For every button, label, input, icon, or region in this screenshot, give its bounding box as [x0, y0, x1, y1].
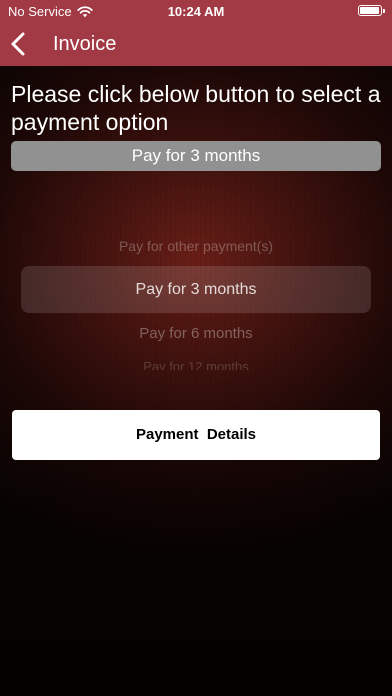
- picker-option[interactable]: Pay for 12 months: [0, 359, 392, 370]
- status-time: 10:24 AM: [167, 4, 225, 19]
- battery-icon: [358, 5, 385, 16]
- instruction-text: Please click below button to select a pa…: [11, 81, 381, 135]
- picker-option[interactable]: Pay for 6 months: [0, 325, 392, 342]
- payment-option-button[interactable]: Pay for 3 months: [11, 141, 381, 171]
- battery-tip: [383, 9, 385, 13]
- payment-option-picker[interactable]: Pay for other payment(s) Pay for 3 month…: [0, 228, 392, 376]
- chevron-left-icon[interactable]: [8, 31, 28, 57]
- battery-level: [360, 7, 379, 14]
- payment-details-button[interactable]: Payment Details: [12, 410, 380, 460]
- picker-option[interactable]: Pay for other payment(s): [0, 238, 392, 254]
- navigation-bar: Invoice: [0, 22, 392, 66]
- picker-option-selected[interactable]: Pay for 3 months: [0, 281, 392, 299]
- status-bar: No Service 10:24 AM: [0, 0, 392, 22]
- page-title: Invoice: [53, 33, 117, 55]
- background-shade: [0, 420, 392, 696]
